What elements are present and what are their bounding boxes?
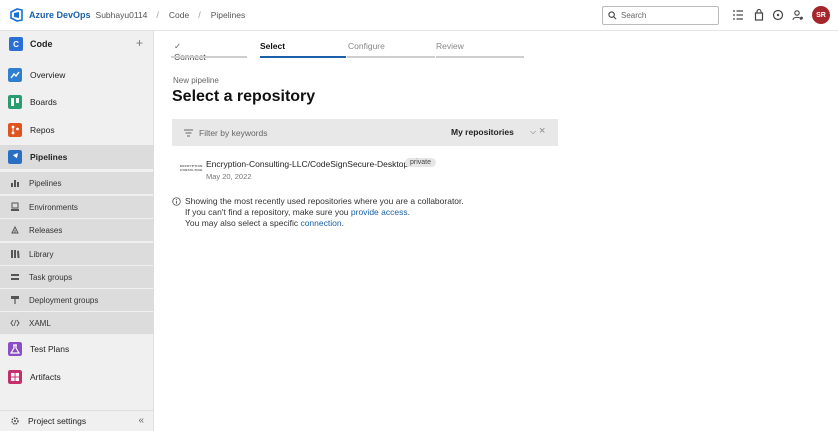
gear-icon [11, 417, 19, 425]
sidebar-item-test-plans[interactable]: Test Plans [0, 337, 154, 361]
breadcrumb-separator: / [198, 10, 201, 20]
sidebar-subitem-environments[interactable]: Environments [0, 196, 154, 218]
sidebar-subitem-label: XAML [29, 318, 51, 328]
project-settings-label: Project settings [28, 416, 87, 426]
repository-date: May 20, 2022 [206, 172, 252, 181]
info-line-3: You may also select a specific connectio… [185, 218, 344, 228]
main-content: ✓ Connect Select Configure Review New pi… [154, 31, 838, 431]
task-groups-icon [11, 274, 19, 280]
deployment-groups-icon [11, 296, 19, 304]
sidebar-subitem-xaml[interactable]: XAML [0, 312, 154, 334]
sidebar-subitem-label: Pipelines [29, 178, 62, 188]
filter-icon [184, 129, 193, 136]
sidebar-item-boards[interactable]: Boards [0, 90, 154, 114]
sidebar-subitem-deployment-groups[interactable]: Deployment groups [0, 289, 154, 311]
page-title: Select a repository [172, 88, 316, 105]
organization-logo: ENCRYPTION CONSULTING [180, 164, 203, 172]
sidebar-subitem-label: Environments [29, 202, 78, 212]
search-icon [608, 11, 617, 20]
breadcrumb-project[interactable]: Code [169, 10, 189, 20]
repos-icon [8, 123, 22, 137]
sidebar-subitem-label: Task groups [29, 272, 73, 282]
page-subtitle: New pipeline [173, 76, 219, 85]
sidebar-item-overview[interactable]: Overview [0, 63, 154, 87]
brand-name[interactable]: Azure DevOps [29, 10, 91, 20]
sidebar-item-label: Repos [30, 125, 55, 135]
boards-icon [8, 95, 22, 109]
step-progress-connect [171, 56, 247, 58]
step-progress-review [436, 56, 524, 58]
test-plans-icon [8, 342, 22, 356]
filter-input[interactable]: Filter by keywords [199, 128, 268, 138]
collapse-sidebar-icon[interactable]: « [138, 415, 144, 426]
releases-icon [11, 225, 19, 234]
user-settings-icon[interactable] [792, 9, 804, 21]
wizard-step-connect[interactable]: ✓ Connect [174, 41, 206, 62]
wizard-step-select[interactable]: Select [260, 41, 285, 51]
sidebar-subitem-pipelines[interactable]: Pipelines [0, 172, 154, 194]
left-sidebar: C Code + Overview Boards Repos Pipelines… [0, 31, 154, 431]
project-badge: C [9, 37, 23, 51]
project-settings-button[interactable]: Project settings « [0, 410, 154, 431]
info-line-1: Showing the most recently used repositor… [185, 196, 464, 206]
pipelines-list-icon [11, 180, 19, 187]
provide-access-link[interactable]: provide access [351, 207, 408, 217]
check-icon: ✓ [174, 41, 182, 51]
add-icon[interactable]: + [136, 36, 143, 50]
search-placeholder: Search [621, 11, 647, 20]
artifacts-icon [8, 370, 22, 384]
library-icon [11, 250, 20, 258]
breadcrumb-separator: / [156, 10, 159, 20]
repository-scope-dropdown[interactable]: My repositories [451, 127, 514, 137]
sidebar-item-artifacts[interactable]: Artifacts [0, 365, 154, 389]
project-switcher[interactable]: C Code + [0, 31, 154, 57]
sidebar-item-pipelines[interactable]: Pipelines [0, 145, 154, 169]
project-name: Code [30, 39, 53, 49]
sidebar-subitem-label: Deployment groups [29, 295, 99, 305]
sidebar-subitem-releases[interactable]: Releases [0, 219, 154, 241]
sidebar-item-label: Test Plans [30, 344, 70, 354]
connection-link[interactable]: connection [300, 218, 341, 228]
top-bar: Azure DevOps Subhayu0114 / Code / Pipeli… [0, 0, 838, 31]
repository-list-item[interactable]: ENCRYPTION CONSULTING Encryption-Consult… [172, 155, 558, 185]
sidebar-item-label: Pipelines [30, 152, 68, 162]
shopping-bag-icon[interactable] [753, 9, 765, 21]
sidebar-subitem-label: Library [29, 249, 54, 259]
repository-filter-bar: Filter by keywords My repositories ⌵ × [172, 119, 558, 146]
sidebar-item-label: Overview [30, 70, 66, 80]
visibility-badge: private [405, 158, 437, 167]
help-icon[interactable] [772, 9, 784, 21]
sidebar-subitem-task-groups[interactable]: Task groups [0, 266, 154, 288]
close-icon[interactable]: × [539, 125, 545, 137]
info-icon [172, 197, 181, 206]
xaml-code-icon [10, 319, 20, 327]
sidebar-item-repos[interactable]: Repos [0, 118, 154, 142]
breadcrumb-org[interactable]: Subhayu0114 [96, 10, 148, 20]
chevron-down-icon[interactable]: ⌵ [530, 127, 536, 137]
wizard-step-review: Review [436, 41, 464, 51]
wizard-step-configure: Configure [348, 41, 385, 51]
sidebar-subitem-label: Releases [29, 225, 63, 235]
repository-name[interactable]: Encryption-Consulting-LLC/CodeSignSecure… [206, 159, 408, 169]
sidebar-subitem-library[interactable]: Library [0, 243, 154, 265]
info-line-2: If you can't find a repository, make sur… [185, 207, 410, 217]
avatar[interactable]: SR [812, 6, 830, 24]
step-progress-configure [347, 56, 435, 58]
breadcrumb-page[interactable]: Pipelines [211, 10, 246, 20]
overview-icon [8, 68, 22, 82]
pipelines-icon [8, 150, 22, 164]
azure-devops-logo-icon[interactable] [10, 8, 24, 22]
task-list-icon[interactable] [732, 9, 744, 21]
sidebar-item-label: Boards [30, 97, 57, 107]
sidebar-item-label: Artifacts [30, 372, 61, 382]
step-progress-select [260, 56, 346, 58]
search-input[interactable]: Search [602, 6, 719, 25]
environments-icon [11, 202, 19, 211]
